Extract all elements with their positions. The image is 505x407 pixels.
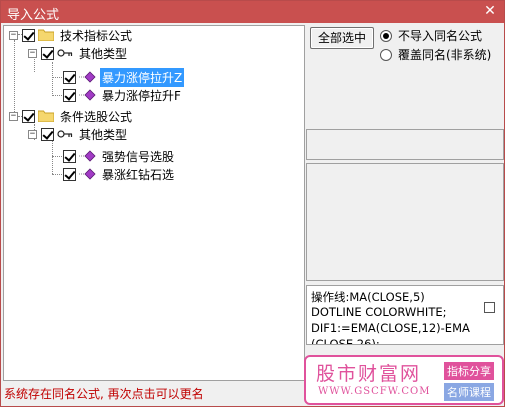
tree-node-label: 其他类型 bbox=[79, 127, 128, 142]
folder-icon bbox=[38, 29, 54, 41]
preview-line: 操作线:MA(CLOSE,5) bbox=[311, 290, 425, 304]
formula-tree[interactable]: − 技术指标公式 − 其他类型 暴力涨停拉升Z 暴力涨停拉升F − 条件选股公式… bbox=[3, 25, 305, 381]
window-title: 导入公式 bbox=[7, 8, 60, 23]
tree-leaf-formula[interactable]: 暴力涨停拉升Z bbox=[63, 67, 185, 87]
radio-skip-duplicates[interactable]: 不导入同名公式 bbox=[380, 27, 482, 44]
status-message: 系统存在同名公式, 再次点击可以更名 bbox=[4, 387, 204, 401]
tree-leaf-formula[interactable]: 暴涨红钻石选 bbox=[63, 165, 176, 183]
watermark-title: 股市财富网 bbox=[316, 363, 422, 385]
tree-connector bbox=[52, 140, 53, 174]
tree-leaf-formula[interactable]: 强势信号选股 bbox=[63, 147, 176, 165]
preview-line: (CLOSE,26); bbox=[311, 337, 380, 345]
checkbox[interactable] bbox=[63, 70, 76, 84]
formula-icon bbox=[79, 89, 96, 101]
collapse-icon[interactable]: − bbox=[9, 111, 18, 121]
checkbox[interactable] bbox=[63, 88, 76, 102]
select-all-button[interactable]: 全部选中 bbox=[310, 27, 374, 49]
radio-button[interactable] bbox=[380, 29, 392, 42]
preview-line: DIF1:=EMA(CLOSE,12)-EMA bbox=[311, 321, 470, 335]
collapse-icon[interactable]: − bbox=[28, 48, 37, 58]
info-box bbox=[306, 129, 504, 160]
tree-node-label: 暴涨红钻石选 bbox=[102, 167, 175, 182]
tree-connector bbox=[52, 95, 62, 96]
formula-icon bbox=[79, 71, 96, 83]
watermark-tag: 指标分享 bbox=[444, 362, 494, 380]
tree-node-group-other[interactable]: − 其他类型 bbox=[28, 44, 129, 62]
tree-connector bbox=[52, 174, 62, 175]
formula-icon bbox=[79, 168, 96, 180]
watermark-url: WWW.GSCFW.COM bbox=[318, 386, 431, 397]
preview-checkbox[interactable] bbox=[484, 302, 495, 313]
checkbox[interactable] bbox=[63, 167, 76, 181]
watermark-tag: 名师课程 bbox=[444, 383, 494, 401]
preview-line: DOTLINE COLORWHITE; bbox=[311, 305, 447, 319]
tree-node-label: 其他类型 bbox=[79, 46, 128, 61]
formula-preview[interactable]: 操作线:MA(CLOSE,5) DOTLINE COLORWHITE; DIF1… bbox=[306, 285, 504, 345]
tree-node-label: 暴力涨停拉升Z bbox=[100, 67, 185, 87]
radio-label: 覆盖同名(非系统) bbox=[398, 48, 492, 62]
key-icon bbox=[57, 130, 73, 138]
radio-overwrite-duplicates[interactable]: 覆盖同名(非系统) bbox=[380, 46, 491, 63]
tree-node-label: 技术指标公式 bbox=[60, 28, 133, 43]
tree-node-root-indicator[interactable]: − 技术指标公式 bbox=[9, 26, 134, 44]
checkbox[interactable] bbox=[22, 28, 35, 42]
site-watermark: 股市财富网 WWW.GSCFW.COM 指标分享 名师课程 bbox=[304, 355, 504, 405]
collapse-icon[interactable]: − bbox=[28, 129, 37, 139]
tree-connector bbox=[52, 62, 53, 96]
checkbox[interactable] bbox=[41, 46, 54, 60]
radio-label: 不导入同名公式 bbox=[398, 29, 483, 43]
tree-node-group-other[interactable]: − 其他类型 bbox=[28, 125, 129, 143]
close-icon[interactable]: ✕ bbox=[482, 3, 498, 19]
collapse-icon[interactable]: − bbox=[9, 30, 18, 40]
tree-node-label: 强势信号选股 bbox=[102, 149, 175, 164]
tree-node-label: 条件选股公式 bbox=[60, 109, 133, 124]
key-icon bbox=[57, 49, 73, 57]
import-formula-dialog: 导入公式 ✕ − 技术指标公式 − 其他类型 暴力涨停拉升Z 暴力涨停拉升F −… bbox=[0, 0, 505, 407]
checkbox[interactable] bbox=[41, 127, 54, 141]
radio-button[interactable] bbox=[380, 48, 392, 61]
title-bar: 导入公式 ✕ bbox=[1, 1, 504, 23]
checkbox[interactable] bbox=[63, 149, 76, 163]
tree-connector bbox=[52, 77, 62, 78]
description-box bbox=[306, 163, 504, 281]
formula-icon bbox=[79, 150, 96, 162]
folder-icon bbox=[38, 110, 54, 122]
tree-node-root-screener[interactable]: − 条件选股公式 bbox=[9, 107, 134, 125]
tree-leaf-formula[interactable]: 暴力涨停拉升F bbox=[63, 86, 183, 104]
tree-connector bbox=[52, 156, 62, 157]
tree-node-label: 暴力涨停拉升F bbox=[102, 88, 181, 103]
checkbox[interactable] bbox=[22, 109, 35, 123]
